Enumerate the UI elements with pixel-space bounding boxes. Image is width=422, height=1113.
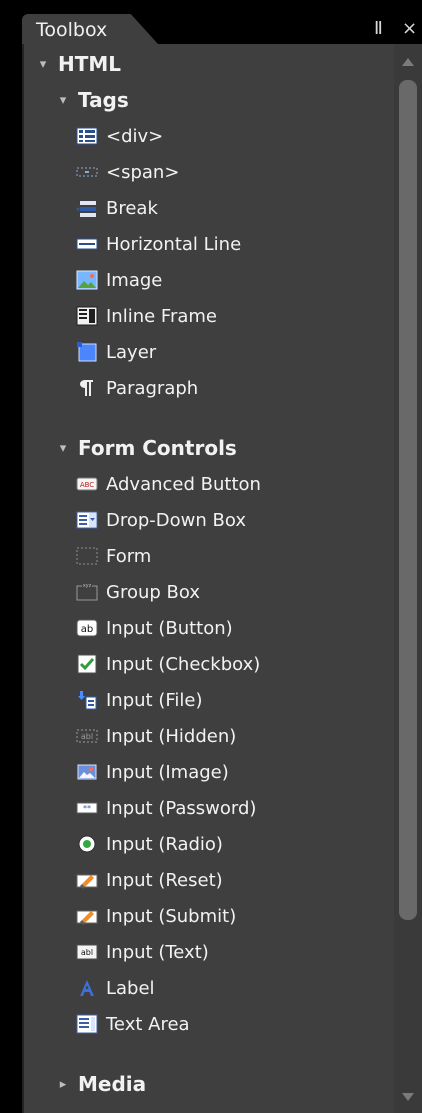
form-item-label: Group Box — [106, 581, 200, 603]
form-item-input-text[interactable]: abl Input (Text) — [76, 936, 209, 968]
form-item-label: Input (Submit) — [106, 905, 237, 927]
close-icon[interactable]: × — [402, 18, 417, 40]
scroll-up-icon[interactable] — [402, 58, 414, 66]
svg-text:ab: ab — [81, 624, 93, 635]
tag-item-span[interactable]: <span> — [76, 156, 179, 188]
window-frame: Toolbox Ⅱ × ▾ HTML ▾ Tags <div> <span> B… — [0, 0, 422, 1113]
input-file-icon — [76, 689, 98, 711]
form-item-label: Input (File) — [106, 689, 203, 711]
form-item-input-password[interactable]: ** Input (Password) — [76, 792, 256, 824]
media-group-header[interactable]: ▸ Media — [56, 1068, 146, 1100]
div-icon — [76, 125, 98, 147]
toolbox-panel: ▾ HTML ▾ Tags <div> <span> Break Horizon… — [22, 44, 422, 1113]
form-item-form[interactable]: Form — [76, 540, 151, 572]
tag-item-paragraph[interactable]: Paragraph — [76, 372, 198, 404]
input-image-icon — [76, 761, 98, 783]
form-item-input-reset[interactable]: Input (Reset) — [76, 864, 223, 896]
form-item-input-submit[interactable]: Input (Submit) — [76, 900, 236, 932]
input-button-icon: ab — [76, 617, 98, 639]
svg-text:**: ** — [83, 804, 91, 813]
form-item-input-image[interactable]: Input (Image) — [76, 756, 229, 788]
form-item-advanced-button[interactable]: ABC Advanced Button — [76, 468, 261, 500]
form-icon — [76, 545, 98, 567]
input-hidden-icon: abl — [76, 725, 98, 747]
form-item-label: Input (Text) — [106, 941, 209, 963]
scroll-thumb[interactable] — [399, 80, 417, 920]
input-password-icon: ** — [76, 797, 98, 819]
image-icon — [76, 269, 98, 291]
advanced-button-icon: ABC — [76, 473, 98, 495]
input-submit-icon — [76, 905, 98, 927]
pin-icon[interactable]: Ⅱ — [374, 18, 383, 40]
chevron-down-icon: ▾ — [59, 92, 67, 108]
tags-group-label: Tags — [78, 88, 129, 112]
input-checkbox-icon — [76, 653, 98, 675]
form-item-input-radio[interactable]: Input (Radio) — [76, 828, 223, 860]
form-item-group-box[interactable]: xyz Group Box — [76, 576, 200, 608]
svg-text:xyz: xyz — [83, 583, 92, 589]
tag-item-inline-frame[interactable]: Inline Frame — [76, 300, 217, 332]
form-item-text-area[interactable]: Text Area — [76, 1008, 190, 1040]
form-item-label: Input (Button) — [106, 617, 233, 639]
svg-text:abl: abl — [81, 948, 93, 957]
span-icon — [76, 161, 98, 183]
form-item-label: Input (Password) — [106, 797, 257, 819]
tag-item-break[interactable]: Break — [76, 192, 158, 224]
svg-text:abl: abl — [81, 732, 93, 741]
chevron-down-icon: ▾ — [59, 440, 67, 456]
scroll-down-icon[interactable] — [402, 1093, 414, 1101]
form-item-label: Label — [106, 977, 155, 999]
input-radio-icon — [76, 833, 98, 855]
html-group-header[interactable]: ▾ HTML — [36, 48, 121, 80]
horizontal-line-icon — [76, 233, 98, 255]
form-controls-group-label: Form Controls — [78, 436, 237, 460]
form-controls-group-header[interactable]: ▾ Form Controls — [56, 432, 237, 464]
tag-item-label: Paragraph — [106, 377, 199, 399]
media-group-label: Media — [78, 1072, 147, 1096]
form-item-label: Input (Radio) — [106, 833, 223, 855]
tag-item-label: <div> — [106, 125, 164, 147]
tag-item-label: Inline Frame — [106, 305, 218, 327]
form-item-label: Input (Checkbox) — [106, 653, 261, 675]
inline-frame-icon — [76, 305, 98, 327]
tag-item-horizontal-line[interactable]: Horizontal Line — [76, 228, 241, 260]
form-item-label: Text Area — [106, 1013, 190, 1035]
form-item-label: Input (Reset) — [106, 869, 223, 891]
form-item-label: Input (Image) — [106, 761, 229, 783]
form-item-input-hidden[interactable]: abl Input (Hidden) — [76, 720, 236, 752]
html-group-label: HTML — [58, 52, 122, 76]
form-item-label: Form — [106, 545, 152, 567]
group-box-icon: xyz — [76, 581, 98, 603]
tag-item-layer[interactable]: Layer — [76, 336, 156, 368]
form-item-input-button[interactable]: ab Input (Button) — [76, 612, 233, 644]
form-item-dropdown-box[interactable]: Drop-Down Box — [76, 504, 246, 536]
chevron-right-icon: ▸ — [59, 1076, 67, 1092]
form-item-label-control[interactable]: Label — [76, 972, 155, 1004]
input-text-icon: abl — [76, 941, 98, 963]
input-reset-icon — [76, 869, 98, 891]
text-area-icon — [76, 1013, 98, 1035]
tag-item-label: Horizontal Line — [106, 233, 242, 255]
tag-item-label: Layer — [106, 341, 157, 363]
toolbox-title: Toolbox — [36, 19, 108, 41]
tag-item-label: Image — [106, 269, 163, 291]
form-item-label: Advanced Button — [106, 473, 261, 495]
form-item-label: Drop-Down Box — [106, 509, 246, 531]
break-icon — [76, 197, 98, 219]
dropdown-box-icon — [76, 509, 98, 531]
vertical-scrollbar[interactable] — [394, 44, 422, 1113]
layer-icon — [76, 341, 98, 363]
label-icon — [76, 977, 98, 999]
tag-item-label: <span> — [106, 161, 180, 183]
svg-text:ABC: ABC — [80, 481, 94, 489]
form-item-input-file[interactable]: Input (File) — [76, 684, 203, 716]
form-item-label: Input (Hidden) — [106, 725, 237, 747]
form-item-input-checkbox[interactable]: Input (Checkbox) — [76, 648, 260, 680]
tags-group-header[interactable]: ▾ Tags — [56, 84, 129, 116]
chevron-down-icon: ▾ — [39, 56, 47, 72]
tag-item-label: Break — [106, 197, 158, 219]
tag-item-div[interactable]: <div> — [76, 120, 163, 152]
paragraph-icon — [76, 377, 98, 399]
tag-item-image[interactable]: Image — [76, 264, 162, 296]
